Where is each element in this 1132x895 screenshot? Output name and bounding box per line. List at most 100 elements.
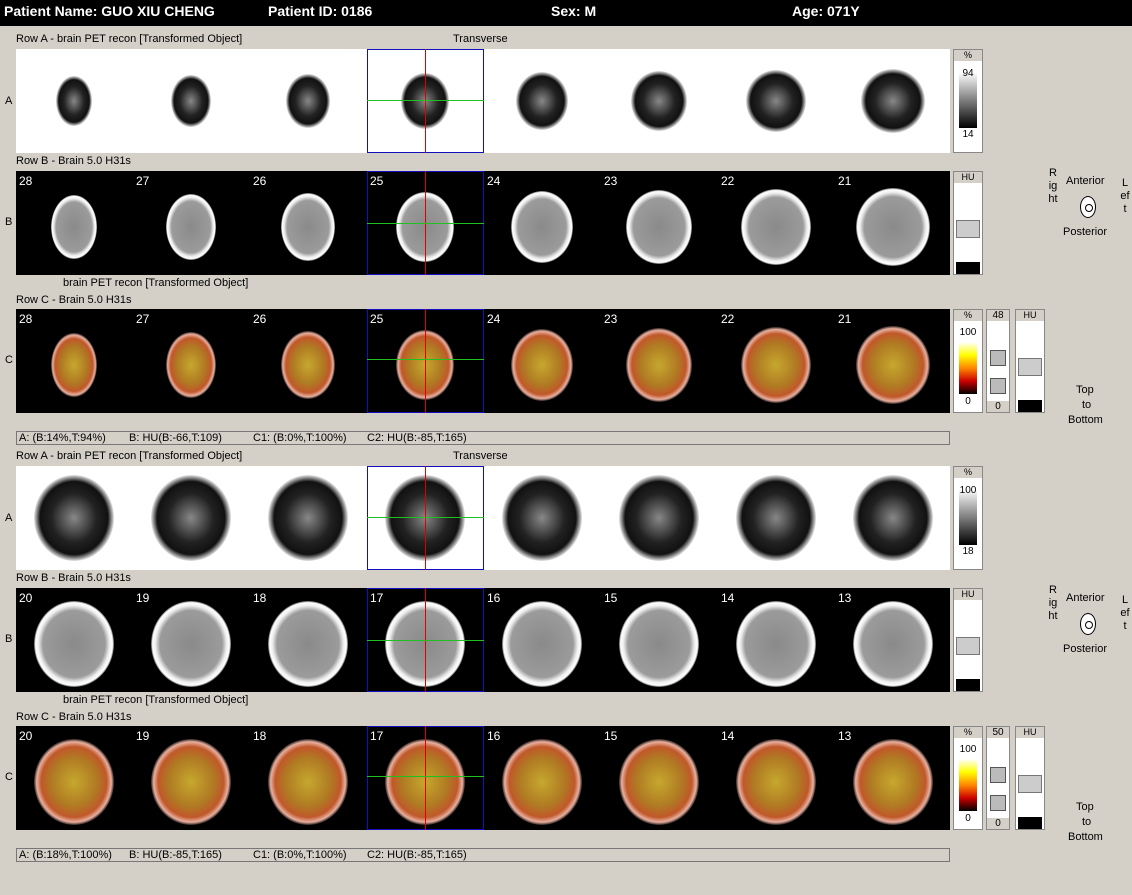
- image-cell[interactable]: 13: [835, 726, 950, 830]
- image-cell[interactable]: 16: [484, 588, 600, 692]
- image-cell[interactable]: 23: [601, 309, 717, 413]
- crosshair-horizontal[interactable]: [367, 359, 484, 360]
- pet-row-strip[interactable]: [16, 466, 950, 570]
- orientation-posterior: Posterior: [1063, 226, 1108, 238]
- image-cell[interactable]: 14: [718, 726, 834, 830]
- image-cell[interactable]: [133, 49, 249, 153]
- ct-hu-bar[interactable]: HU: [953, 171, 983, 275]
- hu-label: HU: [1016, 310, 1044, 321]
- image-cell[interactable]: [718, 49, 834, 153]
- grayscale-gradient: [959, 489, 977, 545]
- brain-slice-image: [853, 601, 933, 687]
- image-cell[interactable]: [16, 466, 132, 570]
- image-cell[interactable]: [250, 466, 366, 570]
- colorbar-max: 100: [959, 327, 977, 338]
- blend-slider-thumb[interactable]: [990, 767, 1006, 783]
- crosshair-vertical[interactable]: [425, 726, 426, 830]
- ct-row-strip[interactable]: 28 27 26 25 24 23 22 21: [16, 171, 950, 275]
- hu-black-band: [1018, 817, 1042, 829]
- image-cell[interactable]: 21: [835, 309, 950, 413]
- hu-window-handle[interactable]: [956, 637, 980, 655]
- image-cell[interactable]: [484, 49, 600, 153]
- crosshair-horizontal[interactable]: [367, 517, 484, 518]
- slice-number: 14: [721, 591, 735, 605]
- layout-to: to: [1082, 816, 1092, 828]
- image-cell[interactable]: [718, 466, 834, 570]
- image-cell[interactable]: 22: [718, 309, 834, 413]
- image-cell[interactable]: [16, 49, 132, 153]
- blend-slider-thumb-lower[interactable]: [990, 378, 1006, 394]
- ct-hu-bar[interactable]: HU: [953, 588, 983, 692]
- hu-window-handle[interactable]: [1018, 775, 1042, 793]
- slice-number: 16: [487, 729, 501, 743]
- slice-number: 14: [721, 729, 735, 743]
- image-cell[interactable]: 23: [601, 171, 717, 275]
- pet-row-strip[interactable]: [16, 49, 950, 153]
- pet-colorbar[interactable]: % 100 18: [953, 466, 983, 570]
- image-cell[interactable]: 28: [16, 309, 132, 413]
- crosshair-horizontal[interactable]: [367, 100, 484, 101]
- slice-number: 19: [136, 729, 150, 743]
- slice-number: 18: [253, 591, 267, 605]
- image-cell[interactable]: 28: [16, 171, 132, 275]
- image-cell[interactable]: [250, 49, 366, 153]
- image-cell[interactable]: 15: [601, 588, 717, 692]
- image-cell[interactable]: 27: [133, 309, 249, 413]
- image-cell[interactable]: 15: [601, 726, 717, 830]
- crosshair-horizontal[interactable]: [367, 223, 484, 224]
- crosshair-horizontal[interactable]: [367, 776, 484, 777]
- image-cell[interactable]: 20: [16, 588, 132, 692]
- fusion-row-strip[interactable]: 20 19 18 17 16 15 14 13: [16, 726, 950, 830]
- image-cell[interactable]: 18: [250, 588, 366, 692]
- slice-number: 26: [253, 174, 267, 188]
- slice-number: 26: [253, 312, 267, 326]
- brain-slice-image: [51, 195, 97, 259]
- brain-slice-image: [741, 189, 811, 265]
- fusion-blend-slider[interactable]: 48 0: [986, 309, 1010, 413]
- image-cell[interactable]: [601, 466, 717, 570]
- slice-number: 23: [604, 312, 618, 326]
- image-cell[interactable]: 24: [484, 309, 600, 413]
- image-cell[interactable]: [133, 466, 249, 570]
- image-cell[interactable]: 14: [718, 588, 834, 692]
- image-cell[interactable]: [484, 466, 600, 570]
- blend-slider-thumb[interactable]: [990, 350, 1006, 366]
- blend-slider-thumb-lower[interactable]: [990, 795, 1006, 811]
- fusion-blend-slider[interactable]: 50 0: [986, 726, 1010, 830]
- grayscale-gradient: [959, 72, 977, 128]
- colorbar-min: 18: [962, 546, 974, 557]
- fusion-row-strip[interactable]: 28 27 26 25 24 23 22 21: [16, 309, 950, 413]
- image-cell[interactable]: 19: [133, 588, 249, 692]
- image-cell[interactable]: [835, 466, 950, 570]
- status-row-c1: C1: (B:0%,T:100%): [253, 849, 347, 861]
- crosshair-vertical[interactable]: [425, 309, 426, 413]
- crosshair-vertical[interactable]: [425, 49, 426, 153]
- ct-row-strip[interactable]: 20 19 18 17 16 15 14 13: [16, 588, 950, 692]
- row-c-label: Row C - Brain 5.0 H31s: [16, 294, 132, 306]
- image-cell[interactable]: 26: [250, 309, 366, 413]
- image-cell[interactable]: [601, 49, 717, 153]
- image-cell[interactable]: 20: [16, 726, 132, 830]
- fusion-colorbar[interactable]: % 100 0: [953, 726, 983, 830]
- pet-colorbar[interactable]: % 94 14: [953, 49, 983, 153]
- image-cell[interactable]: [835, 49, 950, 153]
- hu-window-handle[interactable]: [1018, 358, 1042, 376]
- crosshair-horizontal[interactable]: [367, 640, 484, 641]
- image-cell[interactable]: 21: [835, 171, 950, 275]
- image-cell[interactable]: 13: [835, 588, 950, 692]
- image-cell[interactable]: 18: [250, 726, 366, 830]
- image-cell[interactable]: 26: [250, 171, 366, 275]
- crosshair-vertical[interactable]: [425, 466, 426, 570]
- fusion-hu-bar[interactable]: HU: [1015, 309, 1045, 413]
- hot-gradient: [959, 759, 977, 811]
- fusion-hu-bar[interactable]: HU: [1015, 726, 1045, 830]
- image-cell[interactable]: 16: [484, 726, 600, 830]
- status-row-c2: C2: HU(B:-85,T:165): [367, 432, 467, 444]
- image-cell[interactable]: 22: [718, 171, 834, 275]
- image-cell[interactable]: 19: [133, 726, 249, 830]
- fusion-colorbar[interactable]: % 100 0: [953, 309, 983, 413]
- hu-window-handle[interactable]: [956, 220, 980, 238]
- image-cell[interactable]: 27: [133, 171, 249, 275]
- image-cell[interactable]: 24: [484, 171, 600, 275]
- colorbar-max: 100: [959, 744, 977, 755]
